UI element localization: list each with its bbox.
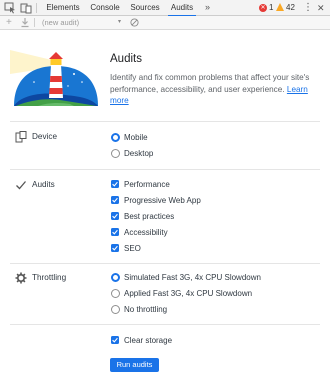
description-text: Identify and fix common problems that af… (110, 73, 310, 94)
radio-button[interactable] (111, 133, 120, 142)
checkmark-icon (16, 181, 26, 190)
option-label: Progressive Web App (124, 196, 201, 205)
throttling-section-label: Throttling (32, 273, 67, 282)
audits-toolbar: + (new audit) ▾ (0, 16, 330, 30)
new-audit-button[interactable]: + (6, 16, 12, 29)
checkbox[interactable] (111, 228, 119, 236)
option-label: No throttling (124, 305, 168, 314)
device-section-label: Device (32, 132, 58, 141)
radio-button[interactable] (111, 149, 120, 158)
warning-icon (276, 3, 284, 11)
page-title: Audits (110, 53, 142, 65)
toolbar-divider (36, 3, 37, 13)
close-devtools-button[interactable]: ✕ (317, 0, 325, 16)
checkbox[interactable] (111, 196, 119, 204)
radio-button[interactable] (111, 305, 120, 314)
gear-icon (15, 272, 27, 284)
checkbox[interactable] (111, 336, 119, 344)
device-icon (15, 131, 27, 143)
option-label: Best practices (124, 212, 175, 221)
option-label: Applied Fast 3G, 4x CPU Slowdown (124, 289, 253, 298)
inspect-element-icon[interactable] (4, 2, 16, 14)
option-label: Simulated Fast 3G, 4x CPU Slowdown (124, 273, 261, 282)
toolbar-divider (34, 18, 35, 27)
page-description: Identify and fix common problems that af… (110, 72, 324, 107)
divider (10, 121, 320, 122)
divider (10, 324, 320, 325)
tab-sources[interactable]: Sources (128, 0, 162, 16)
divider (10, 169, 320, 170)
lighthouse-logo (10, 50, 98, 106)
option-label: Clear storage (124, 336, 173, 345)
tab-console[interactable]: Console (88, 0, 122, 16)
audit-report-select[interactable]: (new audit) (42, 16, 128, 29)
more-tabs-button[interactable]: » (205, 0, 210, 16)
tab-audits[interactable]: Audits (168, 0, 196, 17)
option-label: Accessibility (124, 228, 168, 237)
option-label: Desktop (124, 149, 154, 158)
error-icon: ✕ (259, 4, 267, 12)
checkbox[interactable] (111, 244, 119, 252)
divider (10, 263, 320, 264)
download-icon[interactable] (20, 17, 30, 28)
checkbox[interactable] (111, 180, 119, 188)
run-audits-button[interactable]: Run audits (110, 358, 159, 372)
clear-icon[interactable] (130, 18, 139, 27)
option-label: Mobile (124, 133, 148, 142)
radio-button[interactable] (111, 289, 120, 298)
radio-button[interactable] (111, 273, 120, 282)
option-label: Performance (124, 180, 170, 189)
device-toolbar-icon[interactable] (20, 2, 32, 14)
warning-count[interactable]: 42 (286, 0, 295, 16)
tab-elements[interactable]: Elements (44, 0, 82, 16)
devtools-tab-bar: Elements Console Sources Audits » ✕ 1 42… (0, 0, 330, 17)
select-caret-icon: ▾ (118, 19, 122, 25)
option-label: SEO (124, 244, 141, 253)
checkbox[interactable] (111, 212, 119, 220)
error-count[interactable]: 1 (269, 0, 273, 16)
customize-menu-button[interactable]: ⋮ (303, 0, 313, 16)
audits-section-label: Audits (32, 180, 55, 189)
